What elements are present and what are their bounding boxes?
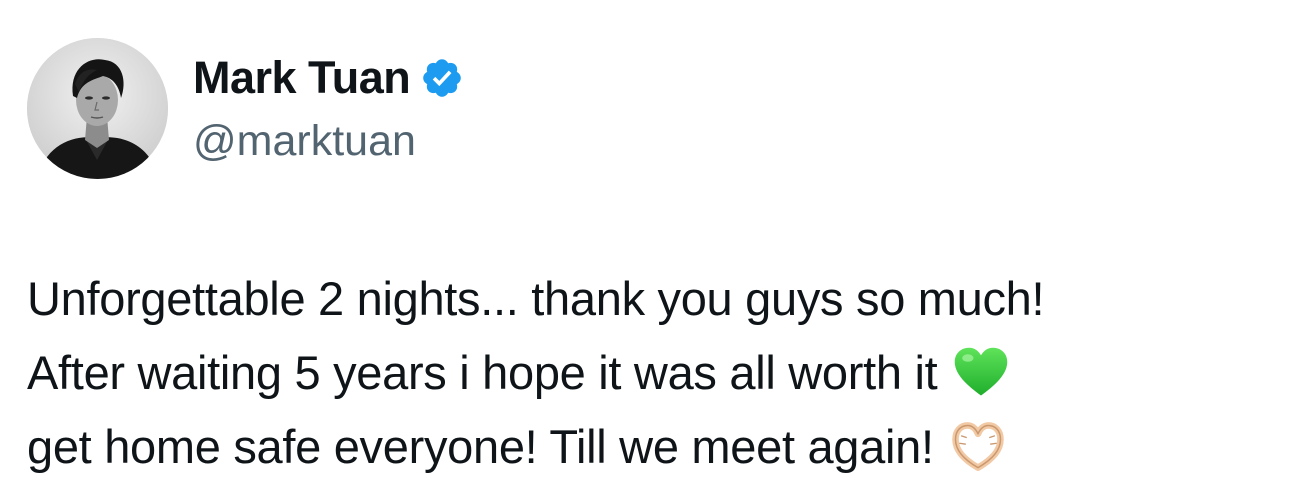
tweet-line: After waiting 5 years i hope it was all …	[27, 336, 1267, 410]
tweet-text: Unforgettable 2 nights... thank you guys…	[27, 262, 1267, 484]
tweet-line-text: After waiting 5 years i hope it was all …	[27, 346, 938, 399]
tweet-line-text: get home safe everyone! Till we meet aga…	[27, 420, 934, 473]
author-handle[interactable]: @marktuan	[193, 116, 416, 166]
tweet-line: get home safe everyone! Till we meet aga…	[27, 410, 1267, 484]
avatar-portrait-image	[27, 38, 168, 179]
author-display-name[interactable]: Mark Tuan	[193, 52, 411, 104]
tweet-line-text: Unforgettable 2 nights... thank you guys…	[27, 272, 1045, 325]
verified-badge-icon[interactable]	[420, 56, 464, 100]
green-heart-icon	[951, 343, 1011, 403]
avatar[interactable]	[27, 38, 168, 179]
tweet-line: Unforgettable 2 nights... thank you guys…	[27, 262, 1267, 336]
heart-hands-icon	[948, 417, 1008, 477]
author-name-row: Mark Tuan	[193, 52, 464, 104]
